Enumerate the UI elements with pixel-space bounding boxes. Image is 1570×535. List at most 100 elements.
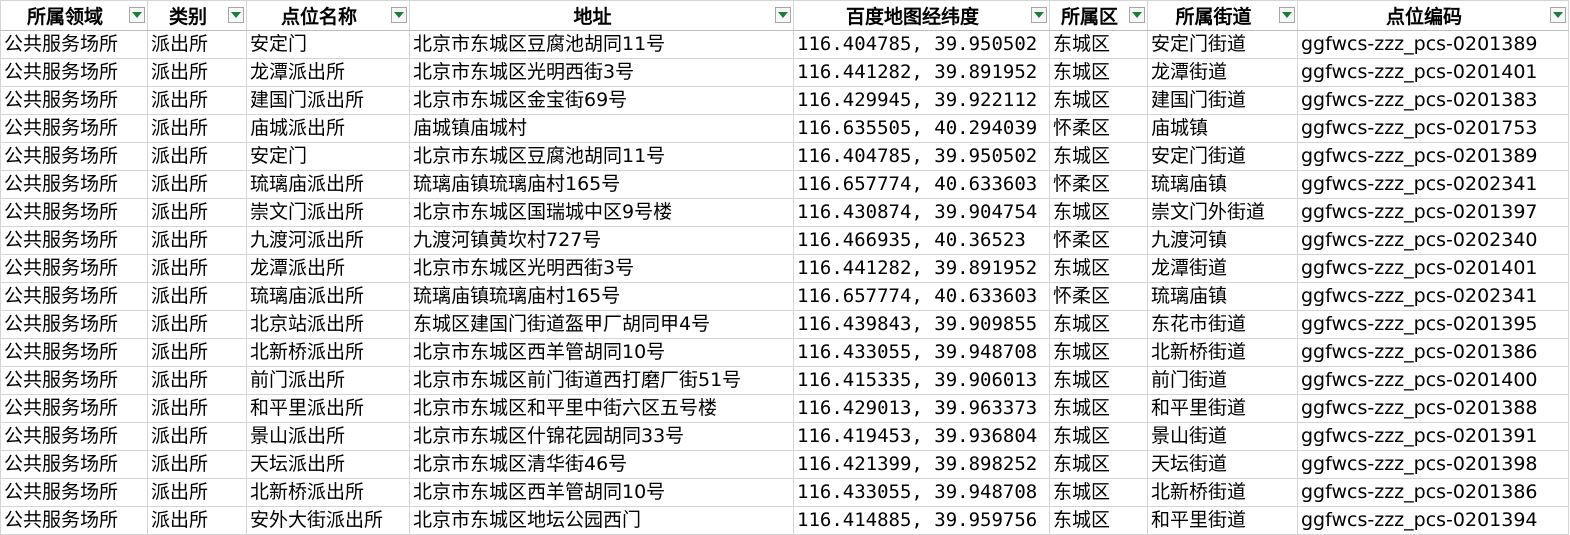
cell-address[interactable]: 北京市东城区金宝街69号 <box>409 86 794 115</box>
cell-field[interactable]: 公共服务场所 <box>0 338 148 367</box>
cell-street[interactable]: 安定门街道 <box>1147 142 1298 171</box>
cell-address[interactable]: 东城区建国门街道盔甲厂胡同甲4号 <box>409 310 794 339</box>
cell-district[interactable]: 怀柔区 <box>1049 226 1148 255</box>
cell-address[interactable]: 庙城镇庙城村 <box>409 114 794 143</box>
table-row[interactable]: 公共服务场所 派出所 北京站派出所 东城区建国门街道盔甲厂胡同甲4号 116.43984… <box>0 310 1569 339</box>
cell-address[interactable]: 北京市东城区西羊管胡同10号 <box>409 338 794 367</box>
filter-dropdown-button[interactable] <box>228 7 244 23</box>
cell-coord[interactable]: 116.657774, 40.633603 <box>793 170 1050 199</box>
cell-name[interactable]: 九渡河派出所 <box>246 226 410 255</box>
cell-coord[interactable]: 116.433055, 39.948708 <box>793 338 1050 367</box>
cell-coord[interactable]: 116.404785, 39.950502 <box>793 142 1050 171</box>
filter-dropdown-button[interactable] <box>391 7 407 23</box>
cell-coord[interactable]: 116.439843, 39.909855 <box>793 310 1050 339</box>
cell-field[interactable]: 公共服务场所 <box>0 394 148 423</box>
table-row[interactable]: 公共服务场所 派出所 北新桥派出所 北京市东城区西羊管胡同10号 116.433055,… <box>0 478 1569 507</box>
cell-type[interactable]: 派出所 <box>147 170 247 199</box>
cell-name[interactable]: 景山派出所 <box>246 422 410 451</box>
cell-district[interactable]: 东城区 <box>1049 30 1148 59</box>
cell-type[interactable]: 派出所 <box>147 226 247 255</box>
cell-type[interactable]: 派出所 <box>147 58 247 87</box>
cell-district[interactable]: 东城区 <box>1049 506 1148 535</box>
cell-district[interactable]: 怀柔区 <box>1049 170 1148 199</box>
cell-district[interactable]: 东城区 <box>1049 86 1148 115</box>
cell-district[interactable]: 东城区 <box>1049 58 1148 87</box>
table-row[interactable]: 公共服务场所 派出所 龙潭派出所 北京市东城区光明西街3号 116.441282, 39… <box>0 254 1569 283</box>
cell-field[interactable]: 公共服务场所 <box>0 506 148 535</box>
cell-address[interactable]: 北京市东城区西羊管胡同10号 <box>409 478 794 507</box>
cell-street[interactable]: 建国门街道 <box>1147 86 1298 115</box>
cell-field[interactable]: 公共服务场所 <box>0 226 148 255</box>
cell-field[interactable]: 公共服务场所 <box>0 366 148 395</box>
cell-name[interactable]: 琉璃庙派出所 <box>246 170 410 199</box>
table-row[interactable]: 公共服务场所 派出所 北新桥派出所 北京市东城区西羊管胡同10号 116.433055,… <box>0 338 1569 367</box>
cell-street[interactable]: 北新桥街道 <box>1147 338 1298 367</box>
cell-street[interactable]: 北新桥街道 <box>1147 478 1298 507</box>
cell-coord[interactable]: 116.441282, 39.891952 <box>793 58 1050 87</box>
cell-code[interactable]: ggfwcs-zzz_pcs-0201397 <box>1297 198 1569 227</box>
cell-field[interactable]: 公共服务场所 <box>0 254 148 283</box>
cell-street[interactable]: 和平里街道 <box>1147 394 1298 423</box>
cell-name[interactable]: 北新桥派出所 <box>246 338 410 367</box>
cell-field[interactable]: 公共服务场所 <box>0 30 148 59</box>
cell-name[interactable]: 北新桥派出所 <box>246 478 410 507</box>
cell-district[interactable]: 东城区 <box>1049 394 1148 423</box>
cell-coord[interactable]: 116.404785, 39.950502 <box>793 30 1050 59</box>
cell-code[interactable]: ggfwcs-zzz_pcs-0201395 <box>1297 310 1569 339</box>
cell-address[interactable]: 北京市东城区光明西街3号 <box>409 58 794 87</box>
cell-address[interactable]: 北京市东城区国瑞城中区9号楼 <box>409 198 794 227</box>
cell-code[interactable]: ggfwcs-zzz_pcs-0201389 <box>1297 142 1569 171</box>
cell-address[interactable]: 北京市东城区豆腐池胡同11号 <box>409 30 794 59</box>
cell-field[interactable]: 公共服务场所 <box>0 450 148 479</box>
cell-district[interactable]: 东城区 <box>1049 422 1148 451</box>
cell-address[interactable]: 北京市东城区前门街道西打磨厂街51号 <box>409 366 794 395</box>
cell-district[interactable]: 东城区 <box>1049 450 1148 479</box>
cell-address[interactable]: 北京市东城区光明西街3号 <box>409 254 794 283</box>
table-row[interactable]: 公共服务场所 派出所 建国门派出所 北京市东城区金宝街69号 116.429945, 3… <box>0 86 1569 115</box>
cell-coord[interactable]: 116.429945, 39.922112 <box>793 86 1050 115</box>
cell-code[interactable]: ggfwcs-zzz_pcs-0201391 <box>1297 422 1569 451</box>
cell-type[interactable]: 派出所 <box>147 254 247 283</box>
cell-coord[interactable]: 116.466935, 40.36523 <box>793 226 1050 255</box>
table-row[interactable]: 公共服务场所 派出所 龙潭派出所 北京市东城区光明西街3号 116.441282, 39… <box>0 58 1569 87</box>
cell-street[interactable]: 崇文门外街道 <box>1147 198 1298 227</box>
cell-type[interactable]: 派出所 <box>147 366 247 395</box>
cell-code[interactable]: ggfwcs-zzz_pcs-0201753 <box>1297 114 1569 143</box>
cell-name[interactable]: 安定门 <box>246 142 410 171</box>
cell-type[interactable]: 派出所 <box>147 86 247 115</box>
filter-dropdown-button[interactable] <box>129 7 145 23</box>
filter-dropdown-button[interactable] <box>1279 7 1295 23</box>
cell-code[interactable]: ggfwcs-zzz_pcs-0201383 <box>1297 86 1569 115</box>
cell-coord[interactable]: 116.430874, 39.904754 <box>793 198 1050 227</box>
cell-address[interactable]: 北京市东城区清华街46号 <box>409 450 794 479</box>
table-row[interactable]: 公共服务场所 派出所 安定门 北京市东城区豆腐池胡同11号 116.404785, 39… <box>0 142 1569 171</box>
table-row[interactable]: 公共服务场所 派出所 九渡河派出所 九渡河镇黄坎村727号 116.466935, 40… <box>0 226 1569 255</box>
cell-type[interactable]: 派出所 <box>147 506 247 535</box>
cell-street[interactable]: 东花市街道 <box>1147 310 1298 339</box>
cell-district[interactable]: 怀柔区 <box>1049 114 1148 143</box>
cell-address[interactable]: 九渡河镇黄坎村727号 <box>409 226 794 255</box>
cell-name[interactable]: 崇文门派出所 <box>246 198 410 227</box>
cell-code[interactable]: ggfwcs-zzz_pcs-0201389 <box>1297 30 1569 59</box>
cell-field[interactable]: 公共服务场所 <box>0 310 148 339</box>
cell-field[interactable]: 公共服务场所 <box>0 170 148 199</box>
column-header-street[interactable]: 所属街道 <box>1147 0 1298 31</box>
table-row[interactable]: 公共服务场所 派出所 前门派出所 北京市东城区前门街道西打磨厂街51号 116.4153… <box>0 366 1569 395</box>
cell-name[interactable]: 龙潭派出所 <box>246 58 410 87</box>
cell-code[interactable]: ggfwcs-zzz_pcs-0201401 <box>1297 58 1569 87</box>
column-header-code[interactable]: 点位编码 <box>1297 0 1569 31</box>
cell-name[interactable]: 安外大街派出所 <box>246 506 410 535</box>
filter-dropdown-button[interactable] <box>775 7 791 23</box>
cell-street[interactable]: 安定门街道 <box>1147 30 1298 59</box>
cell-name[interactable]: 北京站派出所 <box>246 310 410 339</box>
cell-type[interactable]: 派出所 <box>147 310 247 339</box>
cell-type[interactable]: 派出所 <box>147 30 247 59</box>
cell-code[interactable]: ggfwcs-zzz_pcs-0201401 <box>1297 254 1569 283</box>
cell-code[interactable]: ggfwcs-zzz_pcs-0202341 <box>1297 170 1569 199</box>
column-header-coord[interactable]: 百度地图经纬度 <box>793 0 1050 31</box>
cell-coord[interactable]: 116.414885, 39.959756 <box>793 506 1050 535</box>
cell-district[interactable]: 东城区 <box>1049 338 1148 367</box>
table-row[interactable]: 公共服务场所 派出所 安外大街派出所 北京市东城区地坛公园西门 116.414885, … <box>0 506 1569 535</box>
cell-street[interactable]: 和平里街道 <box>1147 506 1298 535</box>
cell-district[interactable]: 东城区 <box>1049 478 1148 507</box>
